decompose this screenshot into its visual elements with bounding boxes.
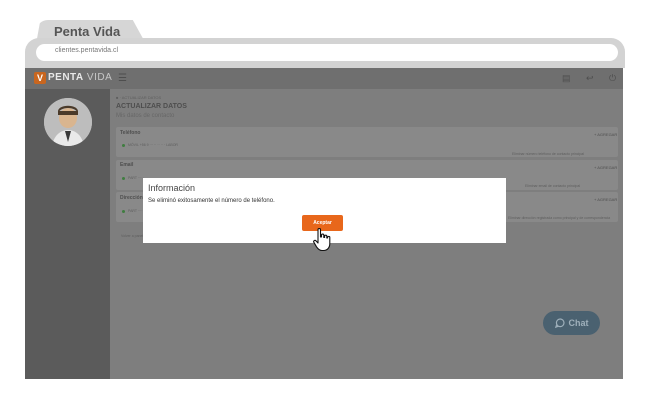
email-status-dot xyxy=(122,177,125,180)
email-add-link[interactable]: + AGREGAR xyxy=(594,165,617,170)
logo-brand: PENTA xyxy=(48,72,84,83)
phone-status-dot xyxy=(122,144,125,147)
phone-note: Eliminar número teléfono de contacto pri… xyxy=(512,152,584,156)
page-subtitle: Mis datos de contacto xyxy=(116,113,175,119)
logo-mark: V xyxy=(34,72,46,84)
menu-icon[interactable]: ☰ xyxy=(118,73,127,84)
email-row-text: PART ····· xyxy=(128,176,144,180)
logo-suffix: VIDA xyxy=(83,72,113,83)
dialog-title: Información xyxy=(148,183,196,193)
phone-add-link[interactable]: + AGREGAR xyxy=(594,132,617,137)
phone-row-text: MÓVIL +56 9 ··· ·· ·· ·· · LABOR xyxy=(128,143,178,147)
chat-bubble-icon xyxy=(554,318,565,328)
phone-section-label: Teléfono xyxy=(120,130,141,136)
dialog-message: Se eliminó exitosamente el número de tel… xyxy=(148,198,275,204)
address-note: Eliminar dirección registrada como princ… xyxy=(508,216,611,220)
back-icon[interactable]: ↩ xyxy=(586,73,594,84)
logo-text: PENTA VIDA xyxy=(48,72,112,83)
address-bar[interactable] xyxy=(36,44,618,61)
card-icon[interactable]: ▤ xyxy=(562,73,571,84)
address-section-label: Dirección xyxy=(120,195,143,201)
address-add-link[interactable]: + AGREGAR xyxy=(594,197,617,202)
page-title: ACTUALIZAR DATOS xyxy=(116,103,187,110)
user-avatar xyxy=(44,98,92,146)
email-section-label: Email xyxy=(120,162,134,168)
chat-label: Chat xyxy=(568,318,589,328)
email-note: Eliminar email de contacto principal xyxy=(525,184,581,188)
address-row-text: PART ····· xyxy=(128,209,144,213)
breadcrumb: ■ · ACTUALIZAR DATOS xyxy=(116,95,162,100)
app-header xyxy=(25,68,623,89)
hand-pointer-icon xyxy=(313,227,331,252)
footer-link[interactable]: Volver a panel xyxy=(121,234,143,238)
address-status-dot xyxy=(122,210,125,213)
avatar-person-icon xyxy=(44,98,92,146)
browser-tab-title: Penta Vida xyxy=(54,24,121,39)
power-icon[interactable]: ⏻ xyxy=(609,73,616,84)
chat-button[interactable]: Chat xyxy=(543,311,600,335)
address-bar-url: clientes.pentavida.cl xyxy=(55,47,119,54)
